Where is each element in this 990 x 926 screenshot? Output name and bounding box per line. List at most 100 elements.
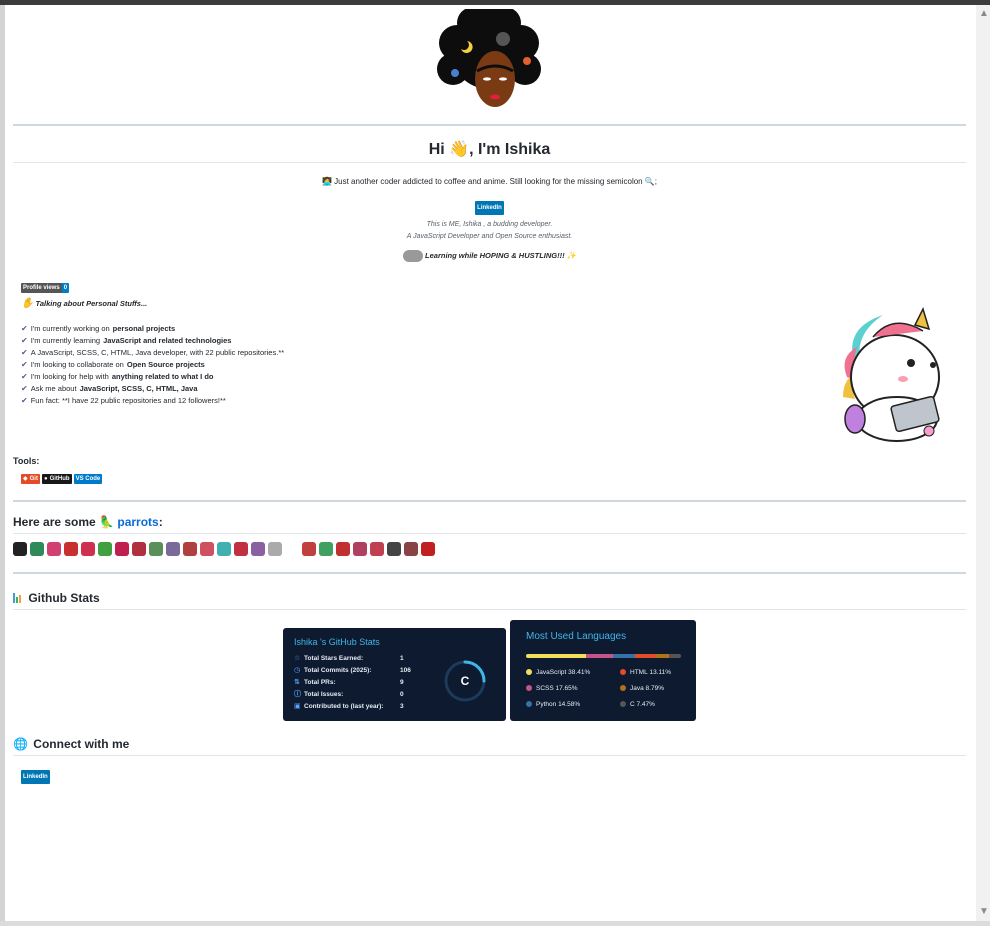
check-icon: ✔	[21, 384, 28, 393]
personal-section-title: ✋ Talking about Personal Stuffs...	[21, 298, 148, 309]
parrot-gif-icon	[115, 542, 129, 556]
section-underline	[13, 755, 966, 756]
parrots-section-title: Here are some 🦜 parrots:	[13, 515, 163, 529]
list-item: ✔ I'm looking for help with anything rela…	[21, 372, 214, 381]
parrot-gif-icon	[268, 542, 282, 556]
languages-legend: JavaScript 38.41% HTML 13.11% SCSS 17.65…	[526, 664, 700, 712]
check-icon: ✔	[21, 348, 28, 357]
personal-list: ✔ I'm currently working on personal proje…	[21, 323, 284, 407]
divider	[13, 124, 966, 126]
linkedin-badge[interactable]: LinkedIn	[475, 201, 504, 215]
github-badge[interactable]: ● GitHub	[41, 474, 72, 484]
star-icon: ☆	[294, 655, 301, 662]
issue-icon: ⓘ	[294, 691, 301, 698]
list-item: ✔ Fun fact: **I have 22 public repositori…	[21, 396, 226, 405]
parrot-gif-icon	[183, 542, 197, 556]
language-item: HTML 13.11%	[620, 664, 700, 680]
learning-line: Learning while HOPING & HUSTLING!!! ✨	[13, 250, 966, 262]
title-underline	[13, 162, 966, 163]
language-item: Python 14.58%	[526, 696, 620, 712]
parrot-gif-icon	[234, 542, 248, 556]
parrot-gif-icon	[13, 542, 27, 556]
parrot-gif-icon	[81, 542, 95, 556]
parrot-gif-icon	[64, 542, 78, 556]
unicorn-illustration	[833, 306, 957, 445]
scroll-down-arrow-icon[interactable]: ▼	[979, 907, 989, 917]
vertical-scrollbar[interactable]: ▲ ▼	[976, 5, 990, 921]
parrot-gif-icon	[251, 542, 265, 556]
divider	[13, 500, 966, 502]
bird-icon	[402, 250, 423, 262]
parrot-icon: 🦜	[99, 515, 115, 529]
check-icon: ✔	[21, 336, 28, 345]
pull-request-icon: ⇅	[294, 679, 300, 686]
parrot-gif-icon	[30, 542, 44, 556]
parrot-gif-icon	[149, 542, 163, 556]
list-item: ✔ A JavaScript, SCSS, C, HTML, Java devel…	[21, 348, 285, 357]
parrot-gif-icon	[132, 542, 146, 556]
check-icon: ✔	[21, 372, 28, 381]
divider	[13, 572, 966, 574]
stats-rows: ☆ Total Stars Earned: 1 ◷ Total Commits (20…	[294, 652, 430, 712]
github-stats-title: Github Stats	[13, 591, 100, 605]
list-item: ✔ Ask me about JavaScript, SCSS, C, HTML,…	[21, 384, 198, 393]
language-item: JavaScript 38.41%	[526, 664, 620, 680]
vscode-badge[interactable]: VS Code	[73, 474, 103, 484]
window-left-edge	[0, 5, 5, 921]
languages-card-title: Most Used Languages	[526, 631, 627, 642]
check-icon: ✔	[21, 396, 28, 405]
section-underline	[13, 533, 966, 534]
stats-card-title: Ishika 's GitHub Stats	[294, 637, 380, 647]
sparkle-icon: ✨	[566, 250, 577, 260]
subtitle: 👩‍💻 Just another coder addicted to coffe…	[321, 177, 658, 186]
readme-content: Hi 👋, I'm Ishika 👩‍💻 Just another coder …	[13, 5, 966, 921]
tools-label: Tools:	[13, 456, 40, 466]
grade-letter: C	[460, 674, 470, 688]
list-item: ✔ I'm currently learning JavaScript and r…	[21, 336, 232, 345]
parrot-gif-icon	[302, 542, 316, 556]
check-icon: ✔	[21, 360, 28, 369]
tools-badges: ◆ Git ● GitHub VS Code	[21, 474, 103, 484]
stat-row: ◷ Total Commits (2025): 106	[294, 666, 411, 675]
language-item: Java 8.79%	[620, 680, 700, 696]
language-bar-segment	[585, 654, 613, 658]
scroll-up-arrow-icon[interactable]: ▲	[979, 9, 989, 19]
list-item: ✔ I'm currently working on personal proje…	[21, 324, 176, 333]
parrot-gif-icon	[217, 542, 231, 556]
language-bar-segment	[526, 654, 586, 658]
intro-line-2: A JavaScript Developer and Open Source e…	[406, 233, 573, 240]
section-underline	[13, 609, 966, 610]
parrot-gif-icon	[200, 542, 214, 556]
parrot-gif-row	[13, 542, 438, 556]
hand-icon: ✋	[21, 298, 34, 309]
parrot-gif-icon	[421, 542, 435, 556]
parrots-link[interactable]: parrots	[117, 515, 158, 529]
language-bar-segment	[635, 654, 656, 658]
parrot-gif-icon	[319, 542, 333, 556]
stat-row: ⓘ Total Issues: 0	[294, 690, 404, 699]
linkedin-link[interactable]: LinkedIn	[21, 770, 50, 784]
github-stats-card[interactable]: Ishika 's GitHub Stats ☆ Total Stars Earn…	[283, 628, 506, 721]
git-badge[interactable]: ◆ Git	[21, 474, 40, 484]
languages-card[interactable]: Most Used Languages JavaScript 38.41% HT…	[510, 620, 696, 721]
repo-icon: ▣	[294, 703, 301, 710]
parrot-gif-icon	[387, 542, 401, 556]
language-bar-segment	[655, 654, 670, 658]
parrot-gif-icon	[353, 542, 367, 556]
bar-chart-icon	[13, 591, 21, 603]
avatar	[433, 5, 545, 113]
language-bar-segment	[669, 654, 681, 658]
stat-row: ☆ Total Stars Earned: 1	[294, 654, 404, 663]
stat-row: ⇅ Total PRs: 9	[294, 678, 404, 687]
parrot-gif-icon	[166, 542, 180, 556]
parrot-gif-icon	[336, 542, 350, 556]
clock-icon: ◷	[294, 667, 301, 674]
list-item: ✔ I'm looking to collaborate on Open Sour…	[21, 360, 205, 369]
language-item: SCSS 17.65%	[526, 680, 620, 696]
parrot-gif-icon	[47, 542, 61, 556]
languages-progress-bar	[526, 654, 681, 658]
connect-section-title: 🌐 Connect with me	[13, 737, 130, 751]
stat-row: ▣ Contributed to (last year): 3	[294, 702, 404, 711]
parrot-gif-icon	[285, 542, 299, 556]
check-icon: ✔	[21, 324, 28, 333]
